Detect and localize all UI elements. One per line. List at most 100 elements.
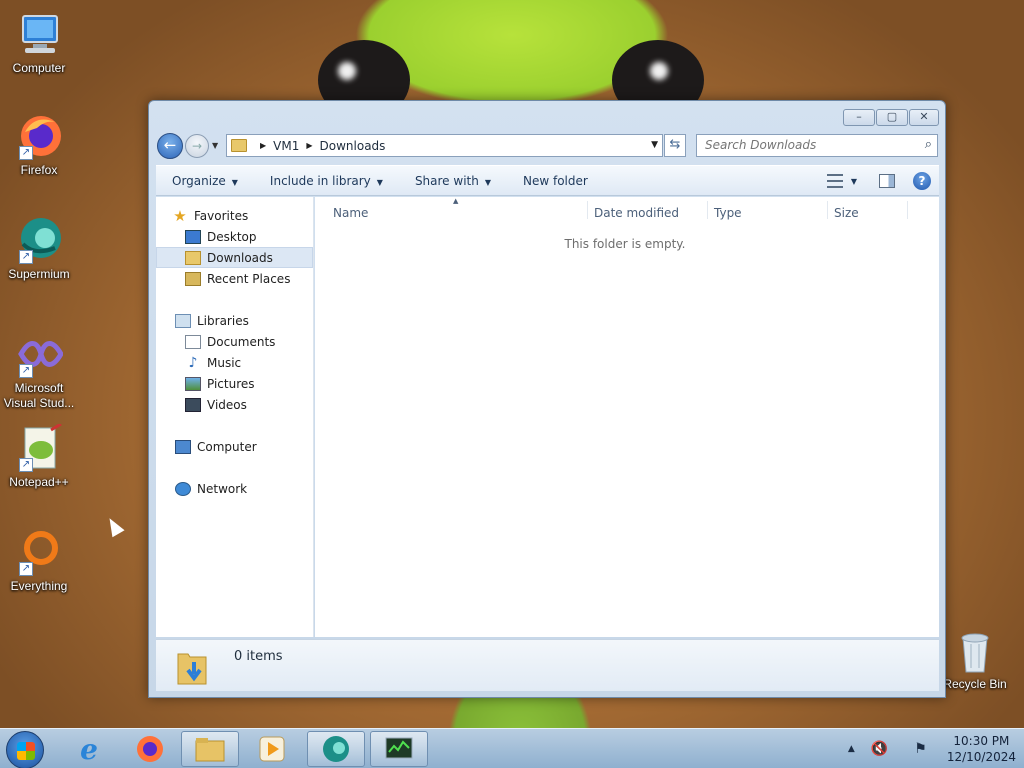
nav-label: Documents	[207, 334, 276, 349]
include-label: Include in library	[269, 173, 371, 188]
nav-recent-places[interactable]: Recent Places	[156, 268, 313, 289]
folder-icon	[231, 139, 247, 152]
include-in-library-button[interactable]: Include in library ▼	[254, 174, 399, 188]
minimize-button[interactable]: –	[843, 109, 875, 126]
column-header-type[interactable]: Type	[714, 206, 742, 220]
mouse-cursor	[103, 514, 125, 538]
nav-desktop[interactable]: Desktop	[156, 226, 313, 247]
firefox-icon: ↗	[15, 112, 63, 160]
media-player-icon	[259, 736, 285, 762]
forward-button[interactable]: →	[185, 134, 209, 158]
view-controls: ▼ ?	[826, 172, 931, 190]
taskbar-supermium[interactable]	[307, 731, 365, 767]
column-divider[interactable]	[827, 201, 828, 219]
nav-favorites[interactable]: ★ Favorites	[172, 205, 312, 226]
chevron-down-icon[interactable]: ▼	[851, 177, 857, 186]
breadcrumb-separator-icon[interactable]: ▶	[260, 141, 266, 150]
help-icon[interactable]: ?	[913, 172, 931, 190]
nav-pictures[interactable]: Pictures	[156, 373, 313, 394]
command-bar: Organize ▼ Include in library ▼ Share with…	[156, 165, 939, 196]
music-icon: ♪	[188, 354, 198, 371]
show-hidden-icons-icon[interactable]: ▲	[848, 744, 855, 754]
recent-places-icon	[185, 271, 201, 286]
nav-music[interactable]: ♪ Music	[156, 352, 313, 373]
nav-network[interactable]: Network	[156, 478, 313, 499]
documents-icon	[185, 334, 201, 349]
back-button[interactable]: ←	[157, 133, 183, 159]
new-folder-button[interactable]: New folder	[507, 174, 604, 188]
notepadpp-icon: ↗	[15, 422, 63, 472]
address-dropdown-icon[interactable]: ▼	[651, 140, 658, 150]
supermium-icon: ↗	[15, 216, 63, 264]
share-label: Share with	[414, 173, 479, 188]
shortcut-arrow-icon: ↗	[19, 458, 33, 472]
nav-label: Desktop	[207, 229, 257, 244]
nav-computer[interactable]: Computer	[156, 436, 313, 457]
videos-icon	[185, 397, 201, 412]
nav-label: Recent Places	[207, 271, 291, 286]
computer-icon	[15, 10, 63, 58]
nav-videos[interactable]: Videos	[156, 394, 313, 415]
nav-documents[interactable]: Documents	[156, 331, 313, 352]
preview-pane-icon[interactable]	[879, 174, 895, 188]
organize-button[interactable]: Organize ▼	[156, 174, 254, 188]
search-input[interactable]	[705, 135, 915, 155]
file-list[interactable]: Name ▲ Date modified Type Size This fold…	[315, 197, 939, 637]
desktop-icon-recycle-bin[interactable]: Recycle Bin	[936, 630, 1014, 692]
chevron-down-icon: ▼	[484, 177, 491, 187]
action-center-flag-icon[interactable]: ⚑	[914, 741, 927, 757]
nav-downloads[interactable]: Downloads	[156, 247, 313, 268]
folder-icon	[195, 738, 225, 762]
details-pane: 0 items	[156, 639, 939, 691]
taskbar-explorer[interactable]	[181, 731, 239, 767]
clock[interactable]: 10:30 PM 12/10/2024	[947, 733, 1016, 765]
breadcrumb-downloads[interactable]: Downloads	[320, 139, 386, 153]
nav-libraries[interactable]: Libraries	[156, 310, 313, 331]
desktop-icon-visual-studio[interactable]: ↗ Microsoft Visual Stud...	[0, 330, 78, 411]
windows-logo-icon	[17, 742, 35, 760]
taskbar: e ▲ 🔇 ⚑ 10:30 PM 12/10/2024	[0, 728, 1024, 768]
column-divider[interactable]	[707, 201, 708, 219]
taskbar-task-manager[interactable]	[370, 731, 428, 767]
empty-folder-message: This folder is empty.	[564, 237, 686, 251]
column-header-date-modified[interactable]: Date modified	[594, 206, 679, 220]
share-with-button[interactable]: Share with ▼	[399, 174, 507, 188]
column-divider[interactable]	[587, 201, 588, 219]
refresh-button[interactable]: ⇆	[664, 134, 686, 157]
breadcrumb-separator-icon[interactable]: ▶	[306, 141, 312, 150]
taskbar-media-player[interactable]	[243, 731, 301, 767]
desktop-icon-computer[interactable]: Computer	[0, 10, 78, 76]
change-view-icon[interactable]	[826, 174, 843, 188]
breadcrumb-vm1[interactable]: VM1	[273, 139, 299, 153]
desktop-icon-notepadpp[interactable]: ↗ Notepad++	[0, 422, 78, 490]
recent-pages-dropdown[interactable]: ▼	[212, 141, 218, 150]
internet-explorer-icon: e	[80, 732, 98, 766]
volume-muted-icon[interactable]: 🔇	[871, 741, 888, 757]
desktop-icon-supermium[interactable]: ↗ Supermium	[0, 216, 78, 282]
maximize-button[interactable]: ▢	[876, 109, 908, 126]
column-header-name[interactable]: Name	[333, 206, 368, 220]
explorer-window: – ▢ ✕ ← → ▼ ▶ VM1 ▶ Downloads ▼ ⇆ ⌕ Orga…	[148, 100, 946, 698]
nav-label: Music	[207, 355, 242, 370]
desktop-icon-everything[interactable]: ↗ Everything	[0, 528, 78, 594]
nav-label: Computer	[197, 439, 257, 454]
taskbar-firefox[interactable]	[121, 731, 179, 767]
close-button[interactable]: ✕	[909, 109, 939, 126]
nav-label: Network	[197, 481, 248, 496]
nav-label: Pictures	[207, 376, 255, 391]
column-header-size[interactable]: Size	[834, 206, 859, 220]
desktop-icon-label: Microsoft Visual Stud...	[3, 381, 75, 410]
shortcut-arrow-icon: ↗	[19, 364, 33, 378]
desktop-icon-label: Supermium	[8, 267, 70, 281]
chevron-down-icon: ▼	[231, 177, 238, 187]
column-divider[interactable]	[907, 201, 908, 219]
address-bar[interactable]: ▶ VM1 ▶ Downloads ▼	[226, 134, 663, 157]
search-icon[interactable]: ⌕	[925, 137, 932, 152]
start-button[interactable]	[6, 731, 44, 768]
downloads-folder-icon	[185, 250, 201, 265]
taskbar-internet-explorer[interactable]: e	[60, 731, 118, 767]
desktop-icon-firefox[interactable]: ↗ Firefox	[0, 112, 78, 178]
search-box[interactable]: ⌕	[696, 134, 938, 157]
nav-label: Favorites	[194, 208, 249, 223]
desktop-icon-label: Firefox	[20, 163, 58, 177]
